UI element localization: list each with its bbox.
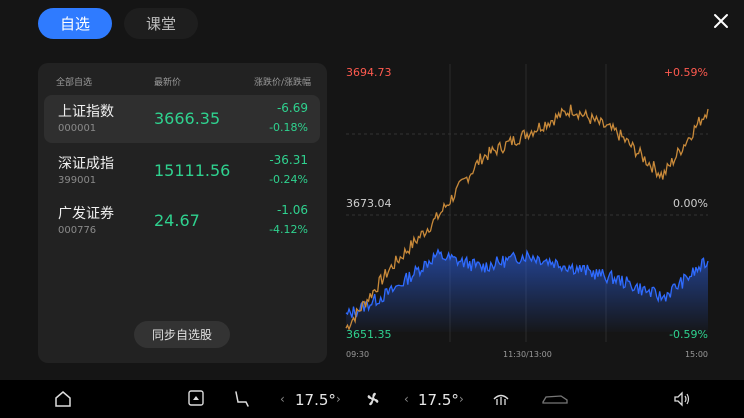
stock-change: -36.31	[269, 153, 308, 167]
defrost-icon[interactable]	[492, 390, 510, 408]
stock-name: 深证成指	[58, 156, 114, 172]
stock-pct: -0.24%	[269, 173, 308, 186]
time-start-label: 09:30	[346, 350, 370, 359]
seat-icon[interactable]	[232, 390, 250, 408]
tab-classroom[interactable]: 课堂	[124, 8, 199, 39]
header-all: 全部自选	[56, 78, 93, 88]
stock-pct: -4.12%	[269, 223, 308, 236]
stock-price: 3666.35	[154, 109, 221, 128]
car-icon[interactable]	[541, 390, 569, 408]
time-end-label: 15:00	[684, 350, 708, 359]
temp-right: 17.5°	[418, 391, 459, 409]
sync-watchlist-button[interactable]: 同步自选股	[134, 321, 230, 348]
stock-name: 上证指数	[58, 104, 114, 120]
fan-icon[interactable]	[364, 390, 382, 408]
stock-price: 24.67	[154, 211, 200, 230]
min-pct-label: -0.59%	[669, 328, 708, 341]
watchlist-panel: 全部自选 最新价 涨跌价/涨跌幅 上证指数 000001 3666.35 -6.…	[38, 63, 327, 363]
intraday-chart[interactable]: 3694.73 +0.59% 3673.04 0.00% 3651.35 -0.…	[338, 60, 718, 366]
stock-code: 000776	[58, 225, 97, 236]
temp-right-up-icon[interactable]: ›	[459, 392, 464, 406]
max-pct-label: +0.59%	[663, 66, 708, 79]
stock-code: 000001	[58, 123, 97, 134]
max-price-label: 3694.73	[346, 66, 392, 79]
home-icon[interactable]	[54, 390, 72, 408]
stock-app-screen: 自选 课堂 全部自选 最新价 涨跌价/涨跌幅 上证指数 000001 3666.…	[0, 0, 744, 380]
tab-watchlist[interactable]: 自选	[38, 8, 113, 39]
vehicle-dock: ‹ 17.5° › ‹ 17.5° ›	[0, 380, 744, 418]
stock-change: -1.06	[276, 203, 308, 217]
stock-code: 399001	[58, 175, 97, 186]
header-price: 最新价	[154, 78, 182, 88]
mid-price-label: 3673.04	[346, 197, 392, 210]
volume-icon[interactable]	[673, 390, 691, 408]
list-item[interactable]: 深证成指 399001 15111.56 -36.31 -0.24%	[44, 147, 320, 195]
tab-bar: 自选 课堂	[38, 8, 199, 39]
avg-area	[346, 249, 708, 332]
square-icon[interactable]	[188, 390, 204, 406]
list-item[interactable]: 上证指数 000001 3666.35 -6.69 -0.18%	[44, 95, 320, 143]
stock-change: -6.69	[276, 101, 308, 115]
stock-name: 广发证券	[58, 206, 114, 222]
list-item[interactable]: 广发证券 000776 24.67 -1.06 -4.12%	[44, 197, 320, 245]
close-icon[interactable]	[710, 10, 732, 32]
chart-canvas	[345, 64, 709, 342]
time-mid-label: 11:30/13:00	[503, 350, 552, 359]
temp-left-down-icon[interactable]: ‹	[280, 392, 285, 406]
header-change: 涨跌价/涨跌幅	[253, 78, 311, 88]
stock-pct: -0.18%	[269, 121, 308, 134]
mid-pct-label: 0.00%	[673, 197, 708, 210]
temp-right-down-icon[interactable]: ‹	[404, 392, 409, 406]
temp-left-up-icon[interactable]: ›	[336, 392, 341, 406]
min-price-label: 3651.35	[346, 328, 392, 341]
temp-left: 17.5°	[295, 391, 336, 409]
stock-price: 15111.56	[154, 161, 231, 180]
